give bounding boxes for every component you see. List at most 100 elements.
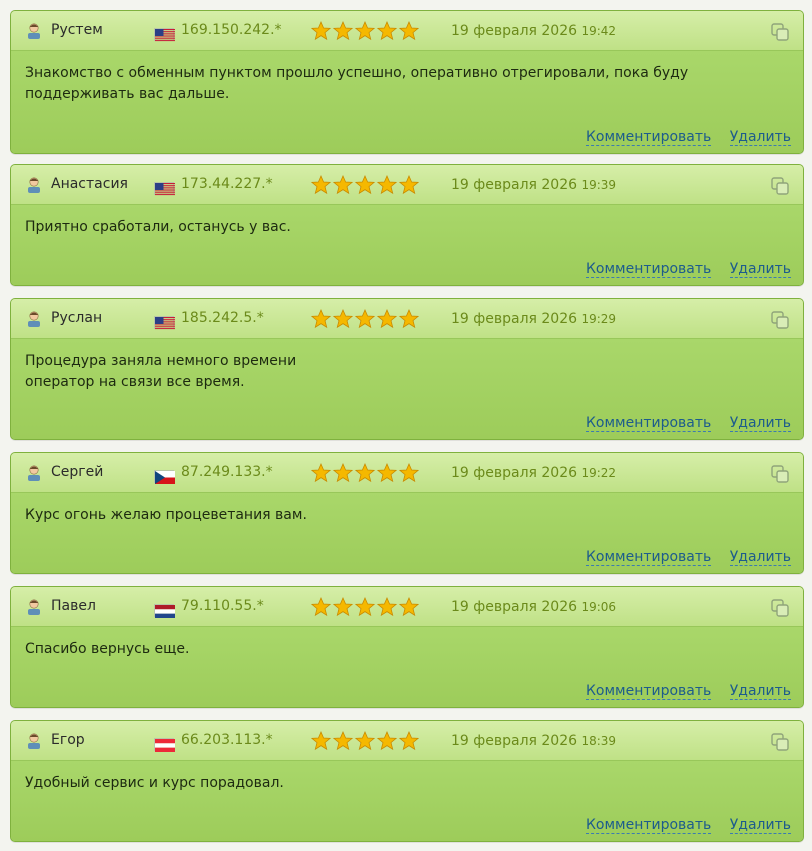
review-author: Анастасия [51, 176, 128, 192]
review-body: Знакомство с обменным пунктом прошло усп… [11, 51, 803, 153]
delete-link[interactable]: Удалить [729, 817, 791, 834]
comment-link[interactable]: Комментировать [585, 549, 712, 566]
review-date: 19 февраля 2026 19:39 [451, 177, 617, 193]
review-body: Приятно сработали, останусь у вас. Комме… [11, 205, 803, 285]
delete-link[interactable]: Удалить [729, 261, 791, 278]
star-icon [398, 174, 420, 195]
at-flag-icon [154, 738, 175, 752]
star-icon [398, 308, 420, 329]
review-ip: 185.242.5.* [181, 310, 264, 326]
review-card: Егор 66.203.113.* 19 февраля 2026 18:39 … [10, 720, 804, 842]
review-body: Процедура заняла немного времени операто… [11, 339, 803, 439]
star-icon [310, 730, 332, 751]
review-header: Сергей 87.249.133.* 19 февраля 2026 19:2… [11, 453, 803, 493]
cz-flag-icon [154, 470, 175, 484]
user-avatar-icon [25, 597, 43, 615]
delete-link[interactable]: Удалить [729, 549, 791, 566]
us-flag-icon [154, 28, 175, 42]
review-header: Егор 66.203.113.* 19 февраля 2026 18:39 [11, 721, 803, 761]
review-header: Рустем 169.150.242.* 19 февраля 2026 19:… [11, 11, 803, 51]
star-icon [376, 20, 398, 41]
rating-stars [310, 596, 421, 617]
comment-link[interactable]: Комментировать [585, 683, 712, 700]
comment-link[interactable]: Комментировать [585, 817, 712, 834]
star-icon [332, 20, 354, 41]
review-body: Курс огонь желаю процеветания вам. Комме… [11, 493, 803, 573]
review-text: Курс огонь желаю процеветания вам. [25, 507, 307, 523]
comment-link[interactable]: Комментировать [585, 261, 712, 278]
review-ip: 173.44.227.* [181, 176, 273, 192]
review-ip: 79.110.55.* [181, 598, 264, 614]
star-icon [398, 730, 420, 751]
rating-stars [310, 462, 421, 483]
rating-stars [310, 730, 421, 751]
star-icon [310, 20, 332, 41]
star-icon [332, 596, 354, 617]
star-icon [354, 20, 376, 41]
nl-flag-icon [154, 604, 175, 618]
us-flag-icon [154, 316, 175, 330]
star-icon [332, 730, 354, 751]
copy-icon[interactable] [771, 177, 789, 195]
review-date: 19 февраля 2026 19:29 [451, 311, 617, 327]
review-actions: Комментировать Удалить [572, 549, 791, 566]
review-actions: Комментировать Удалить [572, 129, 791, 146]
review-text: Приятно сработали, останусь у вас. [25, 219, 291, 235]
review-time: 19:42 [581, 24, 617, 38]
review-date: 19 февраля 2026 18:39 [451, 733, 617, 749]
review-card: Сергей 87.249.133.* 19 февраля 2026 19:2… [10, 452, 804, 574]
comment-link[interactable]: Комментировать [585, 129, 712, 146]
star-icon [376, 308, 398, 329]
delete-link[interactable]: Удалить [729, 683, 791, 700]
star-icon [398, 596, 420, 617]
star-icon [310, 596, 332, 617]
review-card: Анастасия 173.44.227.* 19 февраля 2026 1… [10, 164, 804, 286]
review-date: 19 февраля 2026 19:06 [451, 599, 617, 615]
user-avatar-icon [25, 309, 43, 327]
review-body: Удобный сервис и курс порадовал. Коммент… [11, 761, 803, 841]
review-date: 19 февраля 2026 19:22 [451, 465, 617, 481]
copy-icon[interactable] [771, 733, 789, 751]
reviews-list: Рустем 169.150.242.* 19 февраля 2026 19:… [0, 0, 812, 851]
star-icon [310, 308, 332, 329]
star-icon [354, 462, 376, 483]
star-icon [376, 730, 398, 751]
delete-link[interactable]: Удалить [729, 129, 791, 146]
review-card: Руслан 185.242.5.* 19 февраля 2026 19:29… [10, 298, 804, 440]
review-actions: Комментировать Удалить [572, 261, 791, 278]
review-card: Рустем 169.150.242.* 19 февраля 2026 19:… [10, 10, 804, 154]
star-icon [398, 20, 420, 41]
review-card: Павел 79.110.55.* 19 февраля 2026 19:06 … [10, 586, 804, 708]
review-time: 19:29 [581, 312, 617, 326]
review-body: Спасибо вернусь еще. Комментировать Удал… [11, 627, 803, 707]
user-avatar-icon [25, 175, 43, 193]
user-avatar-icon [25, 463, 43, 481]
copy-icon[interactable] [771, 599, 789, 617]
user-avatar-icon [25, 21, 43, 39]
star-icon [310, 174, 332, 195]
review-author: Павел [51, 598, 96, 614]
copy-icon[interactable] [771, 465, 789, 483]
review-text: Спасибо вернусь еще. [25, 641, 190, 657]
review-time: 19:22 [581, 466, 617, 480]
star-icon [354, 596, 376, 617]
user-avatar-icon [25, 731, 43, 749]
review-header: Павел 79.110.55.* 19 февраля 2026 19:06 [11, 587, 803, 627]
star-icon [332, 174, 354, 195]
review-ip: 66.203.113.* [181, 732, 273, 748]
star-icon [354, 730, 376, 751]
star-icon [376, 174, 398, 195]
review-author: Руслан [51, 310, 103, 326]
copy-icon[interactable] [771, 23, 789, 41]
review-date: 19 февраля 2026 19:42 [451, 23, 617, 39]
star-icon [354, 174, 376, 195]
rating-stars [310, 174, 421, 195]
copy-icon[interactable] [771, 311, 789, 329]
review-text: Процедура заняла немного времени операто… [25, 353, 297, 390]
comment-link[interactable]: Комментировать [585, 415, 712, 432]
star-icon [376, 462, 398, 483]
review-actions: Комментировать Удалить [572, 415, 791, 432]
rating-stars [310, 20, 421, 41]
delete-link[interactable]: Удалить [729, 415, 791, 432]
star-icon [398, 462, 420, 483]
